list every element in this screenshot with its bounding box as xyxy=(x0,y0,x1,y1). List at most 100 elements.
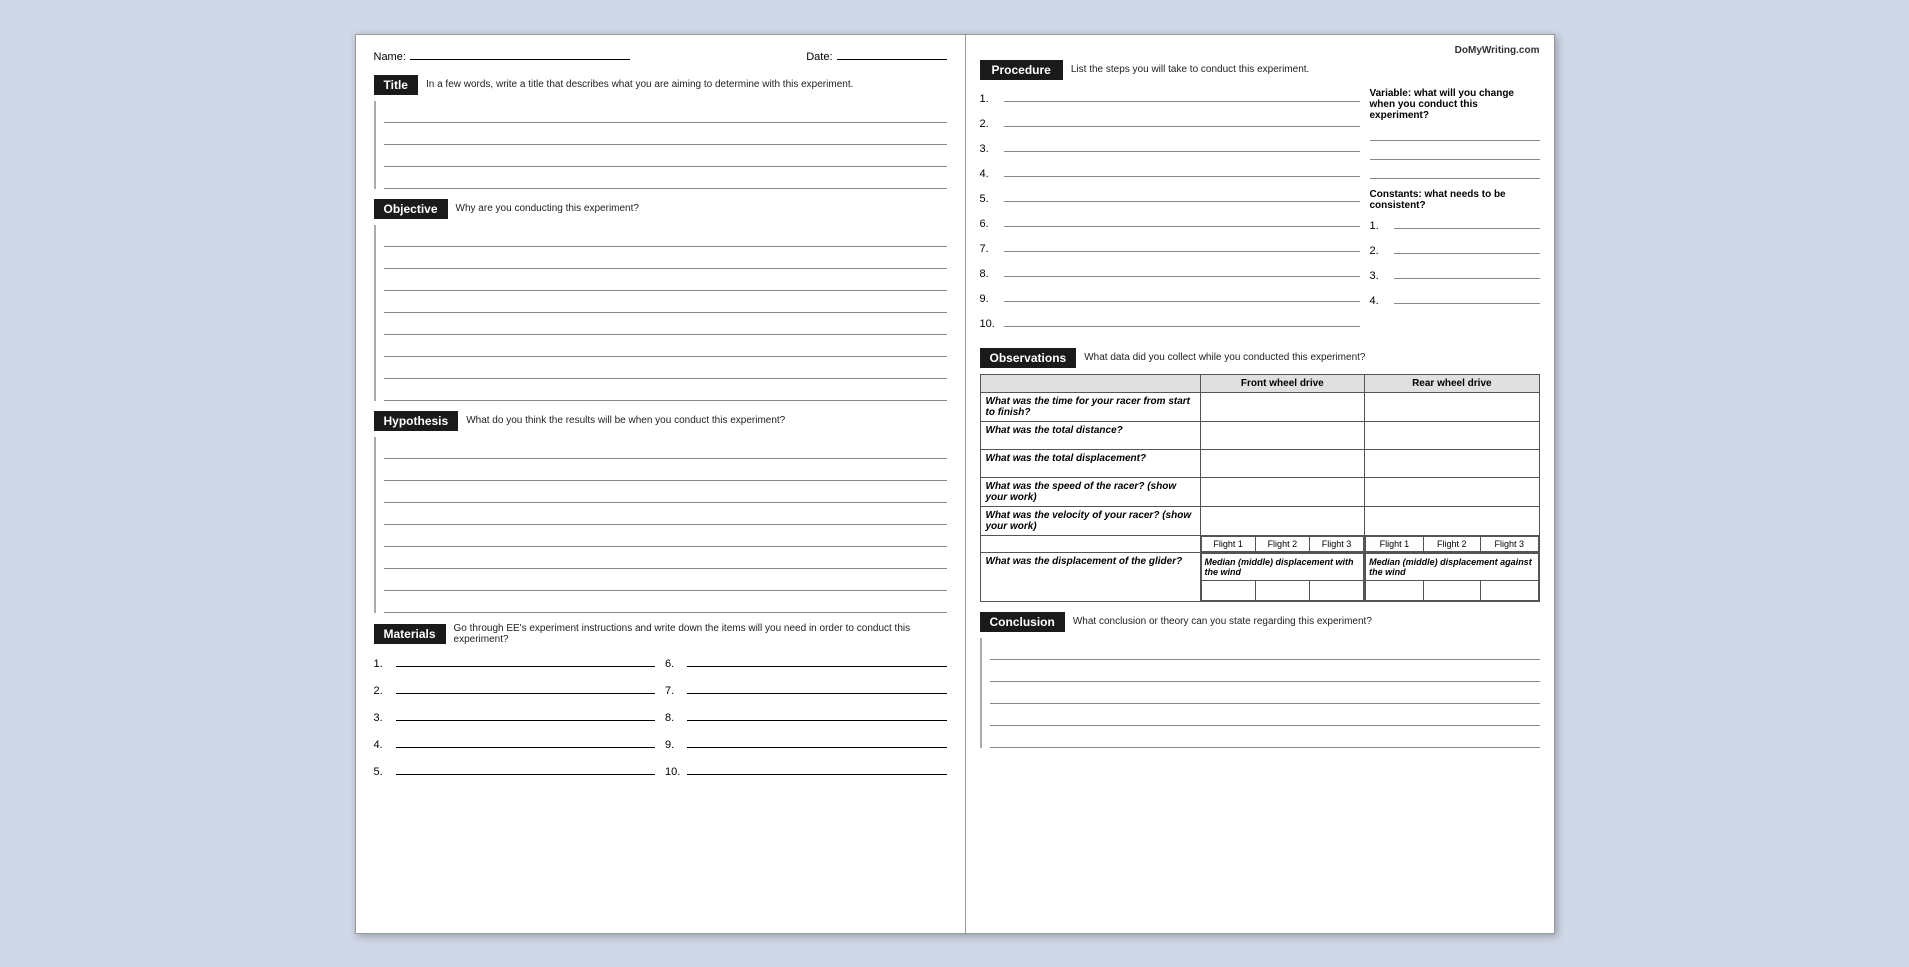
glider-rear-d2[interactable] xyxy=(1423,580,1480,600)
proc-num-10: 10. xyxy=(980,318,1000,330)
obj-line-3[interactable] xyxy=(384,269,947,291)
obs-data-2-rear[interactable] xyxy=(1365,421,1539,449)
proc-line-6[interactable] xyxy=(1004,213,1360,227)
glider-rear-d3[interactable] xyxy=(1481,580,1538,600)
title-writing-area[interactable] xyxy=(374,101,947,189)
mat-item-8: 8. xyxy=(665,707,947,724)
obj-line-8[interactable] xyxy=(384,379,947,401)
conc-line-1[interactable] xyxy=(990,638,1540,660)
obs-data-1-rear[interactable] xyxy=(1365,392,1539,421)
name-input[interactable] xyxy=(410,59,630,60)
col-header-empty xyxy=(980,374,1200,392)
proc-step-6: 6. xyxy=(980,213,1360,230)
col-header-rear: Rear wheel drive xyxy=(1365,374,1539,392)
proc-line-1[interactable] xyxy=(1004,88,1360,102)
hyp-line-6[interactable] xyxy=(384,547,947,569)
proc-num-9: 9. xyxy=(980,293,1000,305)
hyp-line-2[interactable] xyxy=(384,459,947,481)
proc-line-3[interactable] xyxy=(1004,138,1360,152)
obj-line-2[interactable] xyxy=(384,247,947,269)
mat-line-9[interactable] xyxy=(687,734,947,748)
conc-line-3[interactable] xyxy=(990,682,1540,704)
proc-line-7[interactable] xyxy=(1004,238,1360,252)
const-line-1[interactable] xyxy=(1394,215,1540,229)
obs-data-5-rear[interactable] xyxy=(1365,506,1539,535)
conclusion-writing-area[interactable] xyxy=(980,638,1540,748)
title-line-3[interactable] xyxy=(384,145,947,167)
const-line-3[interactable] xyxy=(1394,265,1540,279)
title-line-2[interactable] xyxy=(384,123,947,145)
obj-line-4[interactable] xyxy=(384,291,947,313)
proc-num-6: 6. xyxy=(980,218,1000,230)
glider-front-d1[interactable] xyxy=(1201,580,1255,600)
obs-q-3: What was the total displacement? xyxy=(980,449,1200,477)
mat-line-3[interactable] xyxy=(396,707,656,721)
mat-line-8[interactable] xyxy=(687,707,947,721)
proc-line-5[interactable] xyxy=(1004,188,1360,202)
mat-num-9: 9. xyxy=(665,739,683,751)
conc-line-5[interactable] xyxy=(990,726,1540,748)
date-input[interactable] xyxy=(837,59,947,60)
mat-num-2: 2. xyxy=(374,685,392,697)
mat-line-6[interactable] xyxy=(687,653,947,667)
hyp-line-8[interactable] xyxy=(384,591,947,613)
mat-line-1[interactable] xyxy=(396,653,656,667)
hyp-line-7[interactable] xyxy=(384,569,947,591)
hyp-line-4[interactable] xyxy=(384,503,947,525)
obj-line-1[interactable] xyxy=(384,225,947,247)
proc-line-10[interactable] xyxy=(1004,313,1360,327)
obs-data-4-front[interactable] xyxy=(1200,477,1365,506)
glider-rear-subrow: Flight 1 Flight 2 Flight 3 xyxy=(1366,536,1538,551)
objective-header: Objective Why are you conducting this ex… xyxy=(374,199,947,219)
mat-line-7[interactable] xyxy=(687,680,947,694)
glider-rear-d1[interactable] xyxy=(1366,580,1423,600)
hyp-line-1[interactable] xyxy=(384,437,947,459)
conc-line-4[interactable] xyxy=(990,704,1540,726)
proc-line-8[interactable] xyxy=(1004,263,1360,277)
observations-header: Observations What data did you collect w… xyxy=(980,348,1540,368)
mat-line-4[interactable] xyxy=(396,734,656,748)
mat-line-5[interactable] xyxy=(396,761,656,775)
obj-line-5[interactable] xyxy=(384,313,947,335)
hypothesis-writing-area[interactable] xyxy=(374,437,947,613)
const-line-4[interactable] xyxy=(1394,290,1540,304)
objective-writing-area[interactable] xyxy=(374,225,947,401)
proc-line-4[interactable] xyxy=(1004,163,1360,177)
glider-front-f1: Flight 1 xyxy=(1201,536,1255,551)
obs-data-4-rear[interactable] xyxy=(1365,477,1539,506)
glider-front-subrow: Flight 1 Flight 2 Flight 3 xyxy=(1201,536,1364,551)
title-section: Title In a few words, write a title that… xyxy=(374,75,947,189)
const-line-2[interactable] xyxy=(1394,240,1540,254)
glider-front-d2[interactable] xyxy=(1255,580,1309,600)
hypothesis-header: Hypothesis What do you think the results… xyxy=(374,411,947,431)
materials-instruction: Go through EE's experiment instructions … xyxy=(454,623,947,645)
conc-line-2[interactable] xyxy=(990,660,1540,682)
proc-num-8: 8. xyxy=(980,268,1000,280)
obs-data-3-front[interactable] xyxy=(1200,449,1365,477)
hyp-line-5[interactable] xyxy=(384,525,947,547)
obj-line-6[interactable] xyxy=(384,335,947,357)
var-line-2[interactable] xyxy=(1370,144,1540,160)
proc-line-2[interactable] xyxy=(1004,113,1360,127)
glider-front-d3[interactable] xyxy=(1309,580,1363,600)
obj-line-7[interactable] xyxy=(384,357,947,379)
glider-front-f2: Flight 2 xyxy=(1255,536,1309,551)
obs-data-3-rear[interactable] xyxy=(1365,449,1539,477)
proc-line-9[interactable] xyxy=(1004,288,1360,302)
proc-num-7: 7. xyxy=(980,243,1000,255)
title-line-1[interactable] xyxy=(384,101,947,123)
title-line-4[interactable] xyxy=(384,167,947,189)
obs-data-1-front[interactable] xyxy=(1200,392,1365,421)
mat-line-2[interactable] xyxy=(396,680,656,694)
hyp-line-3[interactable] xyxy=(384,481,947,503)
var-line-1[interactable] xyxy=(1370,125,1540,141)
obs-data-2-front[interactable] xyxy=(1200,421,1365,449)
mat-line-10[interactable] xyxy=(687,761,947,775)
var-line-3[interactable] xyxy=(1370,163,1540,179)
glider-rear-f2: Flight 2 xyxy=(1423,536,1480,551)
obs-q-2: What was the total distance? xyxy=(980,421,1200,449)
glider-rear-data-cells xyxy=(1366,580,1538,600)
mat-item-2: 2. xyxy=(374,680,656,697)
obs-data-5-front[interactable] xyxy=(1200,506,1365,535)
procedure-section: Procedure List the steps you will take t… xyxy=(980,60,1540,338)
